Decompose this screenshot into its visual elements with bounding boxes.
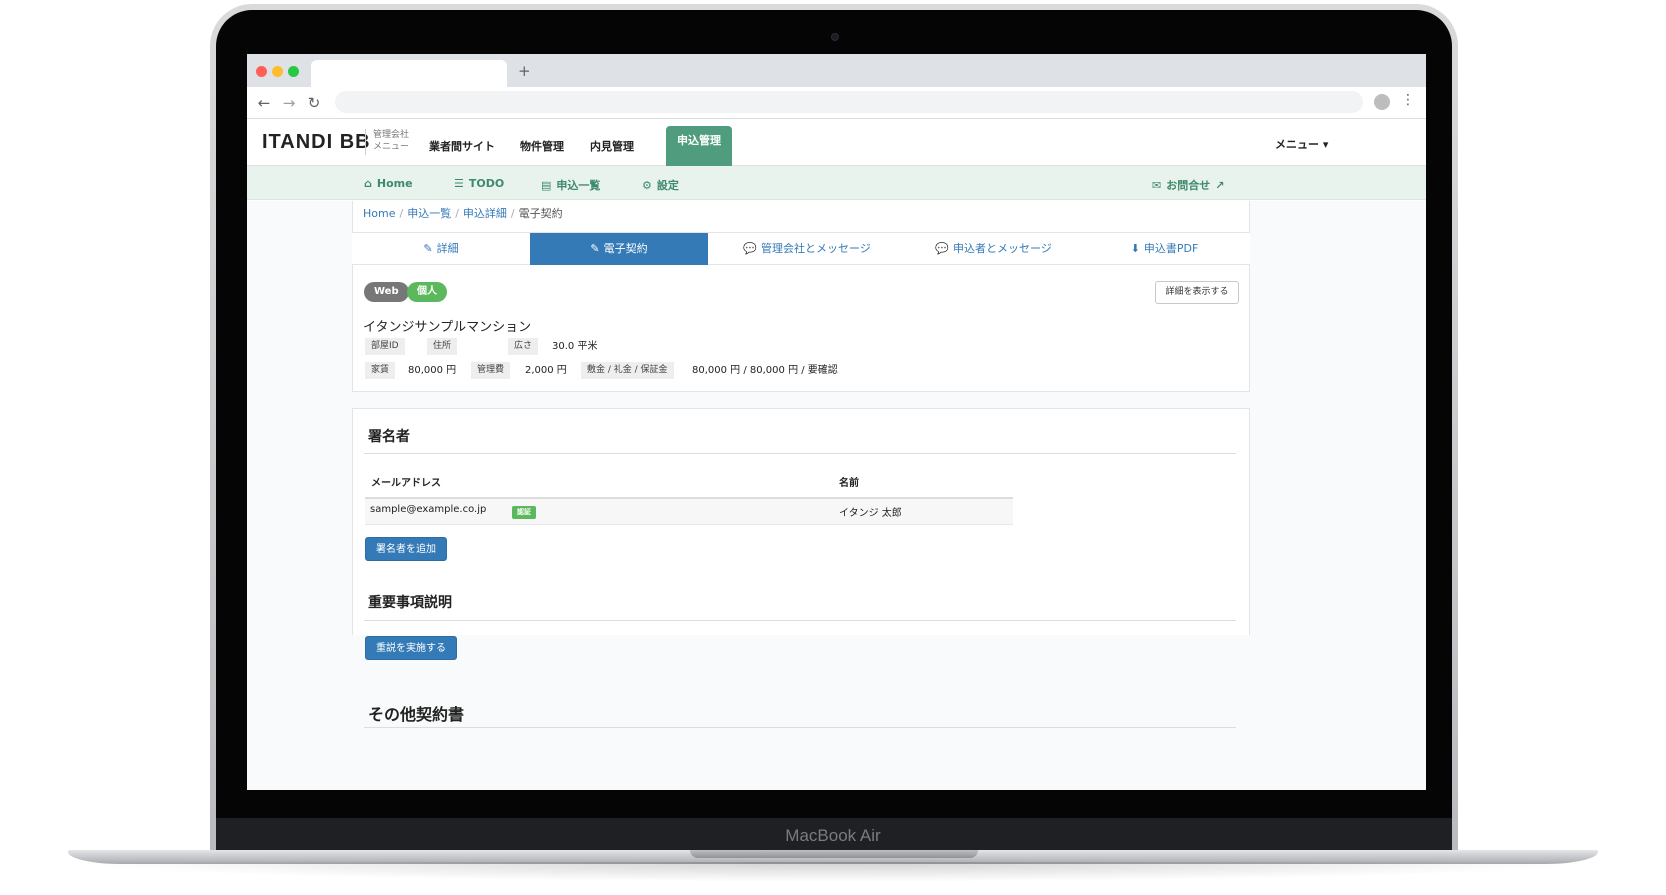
tab-applicant-message[interactable]: 💬 申込者とメッセージ [906, 233, 1081, 265]
envelope-icon: ✉ [1152, 179, 1162, 192]
model-label: MacBook Air [785, 826, 881, 845]
nav-application-management[interactable]: 申込管理 [666, 126, 732, 166]
sub-navigation: ⌂ Home ☰ TODO ▤ 申込一覧 ⚙ 設定 ✉ お問合せ ↗ [247, 166, 1426, 200]
nav-broker-site[interactable]: 業者間サイト [429, 138, 495, 154]
laptop-mockup: MacBook Air + ← → ↻ ⋮ ITANDI BB 管理会社 メニュ… [0, 0, 1666, 895]
tab-label: 詳細 [436, 242, 459, 255]
logo-subtitle-line: メニュー [373, 142, 410, 152]
list-icon: ☰ [454, 177, 464, 190]
divider [364, 727, 1236, 728]
back-icon[interactable]: ← [255, 94, 273, 112]
address-label: 住所 [427, 338, 458, 355]
subnav-label: お問合せ [1166, 179, 1211, 192]
edit-icon: ✎ [423, 242, 433, 255]
address-bar[interactable] [335, 91, 1363, 113]
browser-tab[interactable] [311, 60, 507, 87]
room-id-label: 部屋ID [365, 338, 405, 355]
reload-icon[interactable]: ↻ [305, 94, 323, 112]
tab-detail[interactable]: ✎ 詳細 [352, 233, 530, 265]
subnav-label: 設定 [656, 179, 679, 192]
external-link-icon: ↗ [1215, 179, 1225, 192]
subnav-todo[interactable]: ☰ TODO [454, 177, 504, 190]
download-icon: ⬇ [1130, 242, 1140, 255]
file-icon: ▤ [541, 179, 552, 192]
maximize-window-button[interactable] [288, 66, 299, 77]
gear-icon: ⚙ [642, 179, 652, 192]
important-matters-button[interactable]: 重説を実施する [365, 636, 457, 660]
tab-label: 管理会社とメッセージ [760, 242, 871, 255]
home-icon: ⌂ [364, 177, 372, 190]
laptop-notch [690, 850, 978, 858]
web-badge: Web [364, 282, 409, 302]
individual-badge: 個人 [407, 282, 447, 302]
signer-name: イタンジ 太郎 [839, 508, 902, 519]
close-window-button[interactable] [256, 66, 267, 77]
add-signer-button[interactable]: 署名者を追加 [365, 537, 447, 561]
management-fee-label: 管理費 [471, 362, 511, 379]
nav-property-management[interactable]: 物件管理 [520, 138, 564, 154]
area-label: 広さ [508, 338, 539, 355]
profile-avatar[interactable] [1374, 94, 1390, 110]
breadcrumb-applications[interactable]: 申込一覧 [407, 207, 451, 220]
subnav-home[interactable]: ⌂ Home [364, 177, 413, 190]
other-contracts-heading: その他契約書 [368, 705, 465, 724]
verified-badge: 認証 [512, 506, 536, 519]
new-tab-button[interactable]: + [518, 62, 531, 80]
browser-menu-icon[interactable]: ⋮ [1401, 92, 1415, 108]
property-name: イタンジサンプルマンション [363, 320, 532, 335]
nav-viewing-management[interactable]: 内見管理 [590, 138, 634, 154]
tab-application-pdf[interactable]: ⬇ 申込書PDF [1081, 233, 1248, 265]
tab-management-message[interactable]: 💬 管理会社とメッセージ [708, 233, 906, 265]
rent-value: 80,000 円 [408, 365, 457, 376]
management-fee-value: 2,000 円 [525, 365, 567, 376]
rent-label: 家賃 [365, 362, 396, 379]
breadcrumb-current: 電子契約 [518, 207, 563, 220]
divider [364, 453, 1236, 454]
signers-heading: 署名者 [368, 429, 410, 445]
subnav-label: Home [376, 177, 413, 190]
logo[interactable]: ITANDI BB [262, 131, 371, 154]
subnav-label: TODO [468, 177, 505, 190]
minimize-window-button[interactable] [272, 66, 283, 77]
subnav-settings[interactable]: ⚙ 設定 [642, 177, 679, 193]
screen: + ← → ↻ ⋮ ITANDI BB 管理会社 メニュー 業者間サイト 物件管… [247, 54, 1426, 790]
deposit-label: 敷金 / 礼金 / 保証金 [581, 362, 674, 379]
comments-icon: 💬 [743, 242, 757, 255]
tab-econtract[interactable]: ✎ 電子契約 [530, 233, 708, 265]
laptop-shadow [68, 862, 1598, 882]
logo-divider [365, 129, 366, 155]
deposit-value: 80,000 円 / 80,000 円 / 要確認 [692, 365, 838, 376]
subnav-label: 申込一覧 [556, 179, 601, 192]
browser-toolbar: ← → ↻ ⋮ [247, 87, 1426, 119]
camera-icon [831, 33, 839, 41]
logo-subtitle: 管理会社 メニュー [373, 129, 409, 153]
main-content: Home / 申込一覧 / 申込詳細 / 電子契約 ✎ 詳細 ✎ 電子契約 💬 管理会社とメッセー… [247, 201, 1426, 790]
breadcrumb: Home / 申込一覧 / 申込詳細 / 電子契約 [363, 207, 563, 220]
user-menu[interactable]: メニュー ▾ [1275, 136, 1328, 152]
email-column-header: メールアドレス [371, 478, 441, 489]
detail-tabs: ✎ 詳細 ✎ 電子契約 💬 管理会社とメッセージ 💬 申込者とメッセージ ⬇ 申込書PDF [352, 232, 1250, 265]
forward-icon[interactable]: → [280, 94, 298, 112]
tab-label: 電子契約 [603, 242, 648, 255]
edit-icon: ✎ [590, 242, 600, 255]
name-column-header: 名前 [839, 478, 859, 489]
tab-label: 申込書PDF [1143, 242, 1199, 255]
subnav-contact[interactable]: ✉ お問合せ ↗ [1152, 177, 1224, 193]
subnav-applications[interactable]: ▤ 申込一覧 [541, 177, 600, 193]
area-value: 30.0 平米 [552, 341, 598, 352]
logo-subtitle-line: 管理会社 [373, 130, 410, 140]
comments-icon: 💬 [935, 242, 949, 255]
tab-label: 申込者とメッセージ [952, 242, 1052, 255]
important-matters-heading: 重要事項説明 [368, 595, 452, 611]
breadcrumb-application-detail[interactable]: 申込詳細 [463, 207, 507, 220]
app-header: ITANDI BB 管理会社 メニュー 業者間サイト 物件管理 内見管理 申込管… [247, 120, 1426, 166]
browser-tabstrip: + [247, 54, 1426, 87]
breadcrumb-home[interactable]: Home [363, 207, 395, 220]
show-detail-button[interactable]: 詳細を表示する [1155, 281, 1239, 304]
divider [364, 620, 1236, 621]
signer-email: sample@example.co.jp [370, 504, 487, 515]
